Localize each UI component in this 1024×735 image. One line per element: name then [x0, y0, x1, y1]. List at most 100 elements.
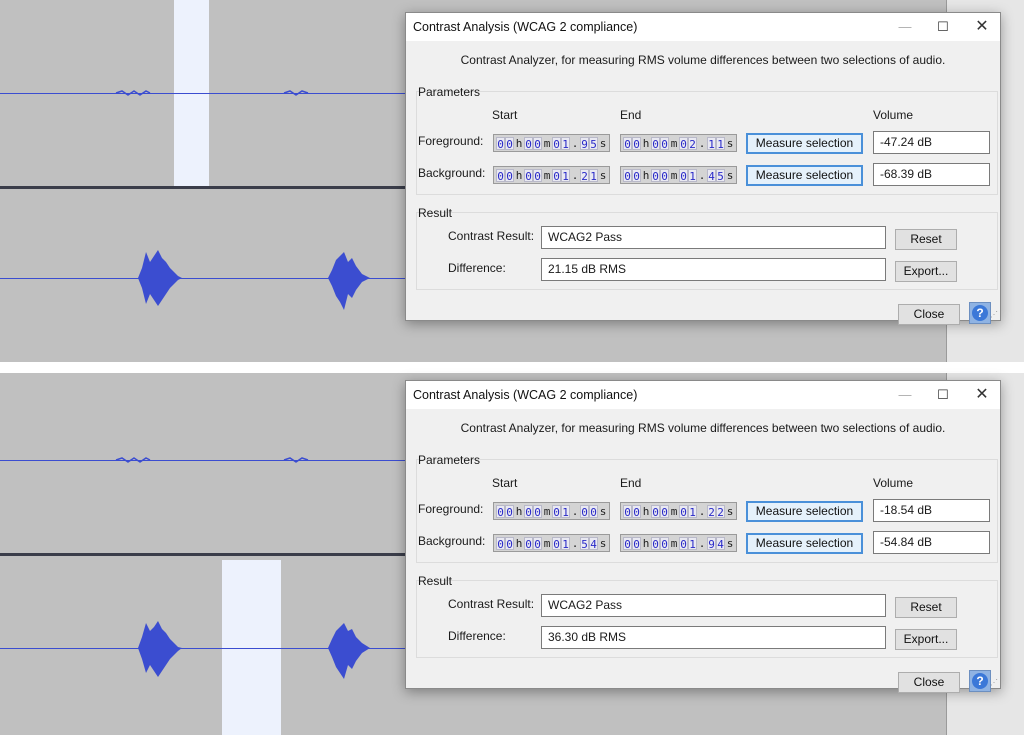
time-digit[interactable]: 0	[524, 136, 533, 151]
time-digit[interactable]: 0	[533, 504, 542, 519]
time-digit[interactable]: 1	[688, 504, 697, 519]
foreground-volume-field[interactable]: -47.24 dB	[873, 131, 990, 154]
time-digit[interactable]: 5	[716, 168, 725, 183]
difference-field[interactable]: 36.30 dB RMS	[541, 626, 886, 649]
time-digit[interactable]: 0	[632, 504, 641, 519]
time-digit[interactable]: 0	[660, 536, 669, 551]
background-volume-field[interactable]: -54.84 dB	[873, 531, 990, 554]
background-start-time[interactable]: 00h00m01.21s	[493, 166, 610, 184]
time-digit[interactable]: 0	[679, 536, 688, 551]
time-digit[interactable]: 0	[496, 168, 505, 183]
foreground-start-time[interactable]: 00h00m01.00s	[493, 502, 610, 520]
resize-grip-icon[interactable]: ⋰	[990, 678, 999, 687]
time-digit[interactable]: 0	[552, 168, 561, 183]
background-measure-selection-button[interactable]: Measure selection	[746, 533, 863, 554]
close-button[interactable]: Close	[898, 672, 960, 693]
foreground-end-time[interactable]: 00h00m02.11s	[620, 134, 737, 152]
time-digit[interactable]: 0	[533, 168, 542, 183]
time-digit[interactable]: 0	[533, 536, 542, 551]
time-digit[interactable]: 0	[496, 536, 505, 551]
reset-button[interactable]: Reset	[895, 597, 957, 618]
time-digit[interactable]: 0	[623, 136, 632, 151]
time-digit[interactable]: 0	[505, 536, 514, 551]
time-digit[interactable]: 0	[651, 536, 660, 551]
time-digit[interactable]: 2	[716, 504, 725, 519]
background-end-time[interactable]: 00h00m01.45s	[620, 166, 737, 184]
export-button[interactable]: Export...	[895, 261, 957, 282]
time-digit[interactable]: 4	[589, 536, 598, 551]
time-digit[interactable]: 0	[580, 504, 589, 519]
time-digit[interactable]: 0	[651, 168, 660, 183]
help-button[interactable]: ?	[969, 670, 991, 692]
time-digit[interactable]: 1	[688, 168, 697, 183]
foreground-end-time[interactable]: 00h00m01.22s	[620, 502, 737, 520]
time-digit[interactable]: 0	[552, 136, 561, 151]
background-volume-field[interactable]: -68.39 dB	[873, 163, 990, 186]
time-digit[interactable]: 0	[623, 504, 632, 519]
time-digit[interactable]: 0	[660, 504, 669, 519]
time-digit[interactable]: 0	[632, 168, 641, 183]
time-digit[interactable]: 0	[623, 536, 632, 551]
foreground-volume-field[interactable]: -18.54 dB	[873, 499, 990, 522]
close-icon[interactable]: ✕	[967, 17, 997, 37]
time-digit[interactable]: 0	[524, 168, 533, 183]
time-digit[interactable]: 5	[589, 136, 598, 151]
close-button[interactable]: Close	[898, 304, 960, 325]
maximize-icon[interactable]: ☐	[928, 17, 958, 37]
foreground-start-time[interactable]: 00h00m01.95s	[493, 134, 610, 152]
time-digit[interactable]: 0	[524, 536, 533, 551]
close-icon[interactable]: ✕	[967, 385, 997, 405]
time-digit[interactable]: 0	[632, 136, 641, 151]
time-digit[interactable]: 1	[716, 136, 725, 151]
time-digit[interactable]: 0	[651, 504, 660, 519]
time-digit[interactable]: 0	[496, 136, 505, 151]
background-measure-selection-button[interactable]: Measure selection	[746, 165, 863, 186]
background-start-time[interactable]: 00h00m01.54s	[493, 534, 610, 552]
time-digit[interactable]: 1	[561, 136, 570, 151]
difference-field[interactable]: 21.15 dB RMS	[541, 258, 886, 281]
time-digit[interactable]: 0	[679, 168, 688, 183]
time-digit[interactable]: 4	[716, 536, 725, 551]
time-digit[interactable]: 0	[524, 504, 533, 519]
maximize-icon[interactable]: ☐	[928, 385, 958, 405]
time-digit[interactable]: 9	[580, 136, 589, 151]
contrast-result-field[interactable]: WCAG2 Pass	[541, 226, 886, 249]
minimize-icon[interactable]: —	[890, 17, 920, 37]
help-button[interactable]: ?	[969, 302, 991, 324]
time-digit[interactable]: 0	[496, 504, 505, 519]
time-digit[interactable]: 2	[580, 168, 589, 183]
time-digit[interactable]: 0	[589, 504, 598, 519]
time-digit[interactable]: 0	[679, 136, 688, 151]
time-digit[interactable]: 1	[707, 136, 716, 151]
time-digit[interactable]: 0	[552, 504, 561, 519]
time-digit[interactable]: 0	[623, 168, 632, 183]
time-digit[interactable]: 0	[505, 136, 514, 151]
time-digit[interactable]: 0	[679, 504, 688, 519]
foreground-measure-selection-button[interactable]: Measure selection	[746, 501, 863, 522]
time-digit[interactable]: 2	[688, 136, 697, 151]
background-end-time[interactable]: 00h00m01.94s	[620, 534, 737, 552]
time-digit[interactable]: 4	[707, 168, 716, 183]
dialog-titlebar[interactable]: Contrast Analysis (WCAG 2 compliance) — …	[406, 13, 1000, 41]
time-digit[interactable]: 0	[533, 136, 542, 151]
minimize-icon[interactable]: —	[890, 385, 920, 405]
time-digit[interactable]: 0	[651, 136, 660, 151]
time-digit[interactable]: 1	[561, 504, 570, 519]
time-digit[interactable]: 1	[589, 168, 598, 183]
dialog-titlebar[interactable]: Contrast Analysis (WCAG 2 compliance) — …	[406, 381, 1000, 409]
time-digit[interactable]: 1	[561, 168, 570, 183]
time-digit[interactable]: 9	[707, 536, 716, 551]
time-digit[interactable]: 0	[505, 504, 514, 519]
resize-grip-icon[interactable]: ⋰	[990, 310, 999, 319]
time-digit[interactable]: 0	[552, 536, 561, 551]
time-digit[interactable]: 0	[660, 136, 669, 151]
reset-button[interactable]: Reset	[895, 229, 957, 250]
time-digit[interactable]: 2	[707, 504, 716, 519]
time-digit[interactable]: 0	[660, 168, 669, 183]
time-digit[interactable]: 0	[505, 168, 514, 183]
time-digit[interactable]: 5	[580, 536, 589, 551]
foreground-measure-selection-button[interactable]: Measure selection	[746, 133, 863, 154]
export-button[interactable]: Export...	[895, 629, 957, 650]
contrast-result-field[interactable]: WCAG2 Pass	[541, 594, 886, 617]
time-digit[interactable]: 1	[561, 536, 570, 551]
